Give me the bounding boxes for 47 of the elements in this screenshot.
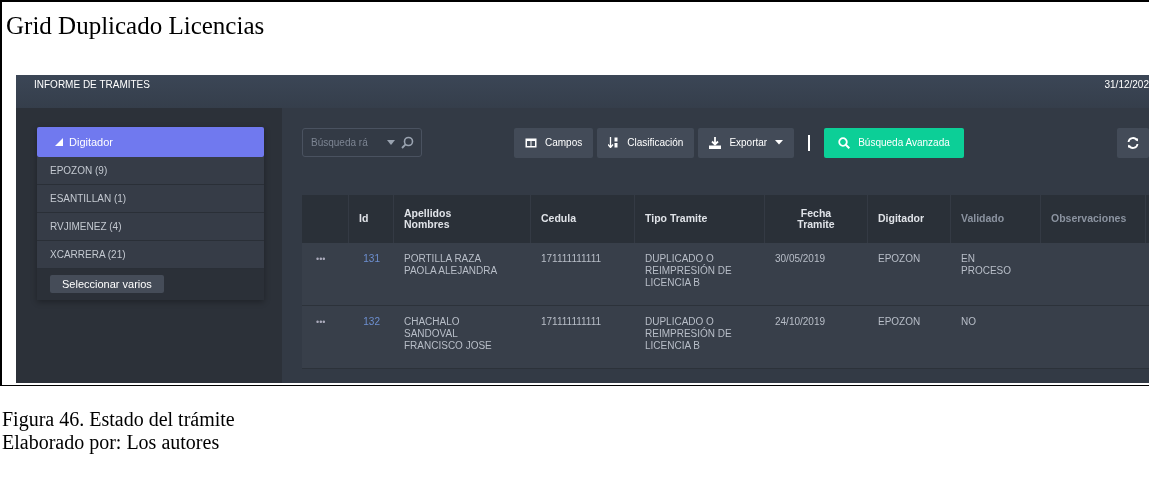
- column-header[interactable]: Id: [359, 213, 369, 225]
- table-cell: EPOZON: [878, 253, 921, 264]
- sort-button[interactable]: Clasificación: [597, 127, 695, 158]
- column-header[interactable]: Digitador: [878, 213, 925, 225]
- column-header[interactable]: Tipo Tramite: [645, 213, 708, 225]
- sidebar-item[interactable]: EPOZON (9): [37, 157, 264, 185]
- sidebar-item[interactable]: XCARRERA (21): [37, 241, 264, 269]
- caret-icon: [775, 140, 784, 145]
- column-header[interactable]: Apellidos Nombres: [404, 208, 452, 230]
- export-button[interactable]: Exportar: [698, 127, 795, 158]
- figure-credit: Elaborado por: Los autores: [1, 431, 221, 454]
- table-cell: 171111111111: [541, 316, 602, 327]
- more-button[interactable]: •••: [316, 317, 326, 327]
- table-cell: DUPLICADO O REIMPRESIÓN DE LICENCIA B: [645, 316, 732, 351]
- table-cell: 30/05/2019: [775, 253, 826, 264]
- table-cell: PORTILLA RAZA PAOLA ALEJANDRA: [404, 253, 498, 276]
- table-cell: EPOZON: [878, 316, 921, 327]
- figure-caption: Figura 46. Estado del trámite: [1, 408, 236, 431]
- search-icon: [401, 136, 414, 149]
- refresh-button[interactable]: [1117, 127, 1149, 158]
- table-cell: 171111111111: [541, 253, 602, 264]
- caret-icon: [387, 140, 395, 146]
- table-cell: CHACHALO SANDOVAL FRANCISCO JOSE: [404, 316, 492, 351]
- table-cell: EN PROCESO: [961, 253, 1011, 276]
- column-header[interactable]: Fecha Tramite: [797, 208, 835, 230]
- campos-button[interactable]: Campos: [514, 127, 594, 158]
- caret-icon: [55, 138, 63, 146]
- column-header[interactable]: Validado: [961, 213, 1005, 225]
- select-multiple-button[interactable]: Seleccionar varios: [50, 275, 164, 293]
- table-cell: 24/10/2019: [775, 316, 826, 327]
- sidebar-item[interactable]: RVJIMENEZ (4): [37, 213, 264, 241]
- document-title: Grid Duplicado Licencias: [5, 11, 266, 41]
- columns-icon: [525, 137, 537, 148]
- date-label: 31/12/202: [1104, 79, 1149, 90]
- column-header[interactable]: Observaciones: [1051, 213, 1127, 225]
- table-cell: NO: [961, 316, 976, 327]
- group-header[interactable]: Digitador: [37, 127, 264, 157]
- column-header[interactable]: Cedula: [541, 213, 576, 225]
- search-icon: [838, 136, 851, 149]
- sort-icon: [608, 137, 620, 148]
- quick-search-field[interactable]: Búsqueda rá: [302, 128, 422, 157]
- more-button[interactable]: •••: [316, 254, 326, 264]
- refresh-icon: [1127, 136, 1139, 149]
- download-icon: [709, 136, 722, 149]
- sidebar-item[interactable]: ESANTILLAN (1): [37, 185, 264, 213]
- report-title: INFORME DE TRAMITES: [34, 79, 150, 90]
- table-cell: DUPLICADO O REIMPRESIÓN DE LICENCIA B: [645, 253, 732, 288]
